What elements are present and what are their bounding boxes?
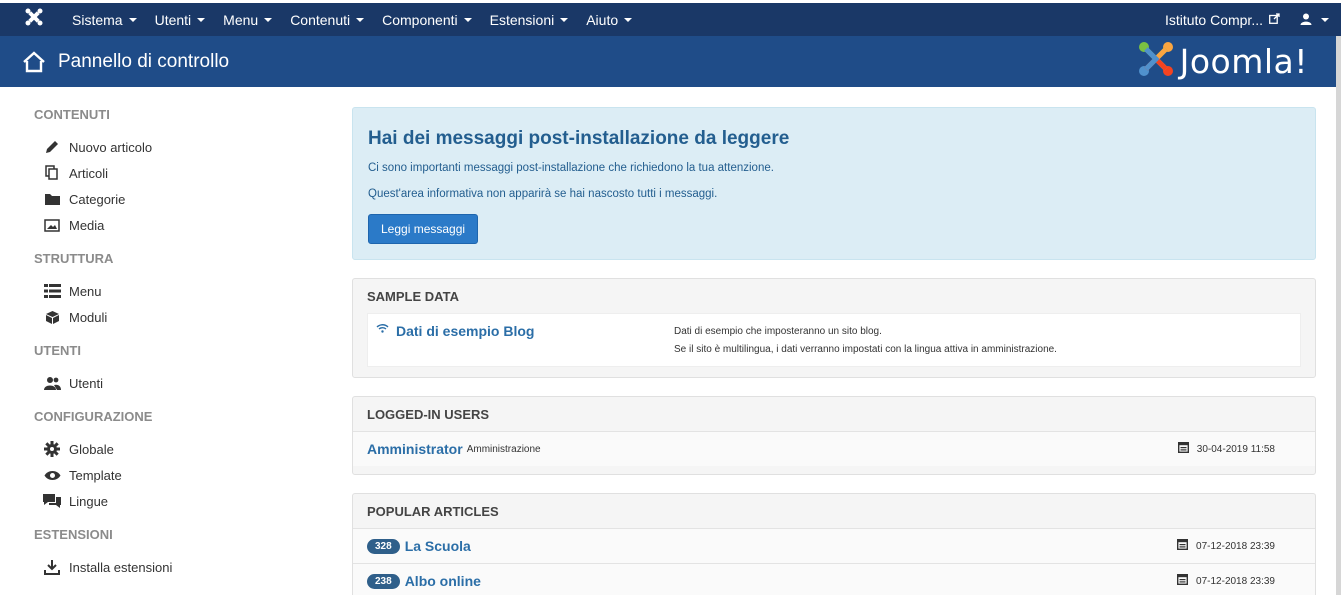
article-link[interactable]: Albo online — [405, 573, 481, 589]
user-name-link[interactable]: Amministrator — [367, 441, 463, 457]
caret-down-icon — [560, 17, 569, 22]
pencil-icon — [43, 138, 61, 156]
cube-icon — [43, 308, 61, 326]
article-link[interactable]: La Scuola — [405, 538, 471, 554]
menu-estensioni[interactable]: Estensioni — [481, 3, 578, 36]
article-date: 07-12-2018 23:39 — [1177, 538, 1275, 553]
menu-utenti[interactable]: Utenti — [146, 3, 215, 36]
sidebar-item-lingue[interactable]: Lingue — [34, 488, 334, 514]
menu-sistema[interactable]: Sistema — [63, 3, 146, 36]
hits-badge: 238 — [367, 573, 400, 589]
sidebar-section-title: ESTENSIONI — [34, 527, 113, 542]
panel-title: LOGGED-IN USERS — [367, 407, 490, 422]
sidebar-section-title: CONTENUTI — [34, 107, 110, 122]
scrollbar[interactable] — [1336, 36, 1341, 595]
login-date: 30-04-2019 11:58 — [1177, 441, 1275, 456]
sidebar-item-installa-estensioni[interactable]: Installa estensioni — [34, 554, 334, 580]
caret-down-icon — [128, 17, 137, 22]
sidebar-section-title: UTENTI — [34, 343, 81, 358]
eye-icon — [43, 466, 61, 484]
home-icon — [22, 50, 46, 73]
article-date: 07-12-2018 23:39 — [1177, 573, 1275, 588]
brand-text: Joomla! — [1179, 42, 1308, 81]
panel-title: SAMPLE DATA — [367, 289, 459, 304]
user-icon — [1300, 12, 1312, 28]
sidebar-item-moduli[interactable]: Moduli — [34, 304, 334, 330]
page-title: Pannello di controllo — [58, 50, 230, 72]
caret-down-icon — [463, 17, 472, 22]
sidebar: CONTENUTI Nuovo articolo Articoli Catego… — [34, 104, 334, 590]
download-icon — [43, 558, 61, 576]
caret-down-icon — [624, 17, 633, 22]
hits-badge: 328 — [367, 538, 400, 554]
alert-title: Hai dei messaggi post-installazione da l… — [368, 128, 790, 149]
menu-menu[interactable]: Menu — [214, 3, 281, 36]
sidebar-section-estensioni: ESTENSIONI Installa estensioni — [34, 524, 334, 580]
joomla-icon[interactable] — [20, 8, 48, 31]
sidebar-section-struttura: STRUTTURA Menu Moduli — [34, 248, 334, 330]
list-icon — [43, 282, 61, 300]
copy-icon — [43, 164, 61, 182]
caret-down-icon — [356, 17, 365, 22]
sample-data-panel: SAMPLE DATA Dati di esempio Blog Dati di… — [352, 278, 1316, 378]
sidebar-section-title: CONFIGURAZIONE — [34, 409, 153, 424]
calendar-icon — [1177, 573, 1189, 588]
post-install-alert: Hai dei messaggi post-installazione da l… — [352, 107, 1316, 260]
calendar-icon — [1177, 441, 1189, 456]
sidebar-section-configurazione: CONFIGURAZIONE Globale Template Lingue — [34, 406, 334, 514]
main-content: Hai dei messaggi post-installazione da l… — [352, 107, 1316, 595]
sidebar-section-title: STRUTTURA — [34, 251, 114, 266]
sidebar-item-utenti[interactable]: Utenti — [34, 370, 334, 396]
menu-aiuto[interactable]: Aiuto — [577, 3, 641, 36]
caret-down-icon — [197, 17, 206, 22]
table-row: Amministrator Amministrazione 30-04-2019… — [353, 431, 1315, 466]
table-row: 328 La Scuola 07-12-2018 23:39 — [353, 528, 1315, 563]
sample-data-description: Dati di esempio che imposteranno un sito… — [674, 326, 1057, 355]
image-icon — [43, 216, 61, 234]
read-messages-button[interactable]: Leggi messaggi — [368, 214, 479, 244]
cog-icon — [43, 440, 61, 458]
table-row: 238 Albo online 07-12-2018 23:39 — [353, 563, 1315, 595]
alert-text: Ci sono importanti messaggi post-install… — [368, 162, 774, 174]
site-link[interactable]: Istituto Compr... — [1165, 12, 1300, 28]
sidebar-item-nuovo-articolo[interactable]: Nuovo articolo — [34, 134, 334, 160]
menu-componenti[interactable]: Componenti — [373, 3, 481, 36]
users-icon — [43, 374, 61, 392]
folder-icon — [43, 190, 61, 208]
sample-data-row: Dati di esempio Blog Dati di esempio che… — [367, 313, 1301, 367]
sidebar-item-menu[interactable]: Menu — [34, 278, 334, 304]
popular-articles-panel: POPULAR ARTICLES 328 La Scuola 07-12-201… — [352, 493, 1316, 595]
menu-contenuti[interactable]: Contenuti — [281, 3, 373, 36]
caret-down-icon — [264, 17, 273, 22]
sidebar-section-utenti: UTENTI Utenti — [34, 340, 334, 396]
sidebar-item-template[interactable]: Template — [34, 462, 334, 488]
sidebar-item-globale[interactable]: Globale — [34, 436, 334, 462]
comments-icon — [43, 492, 61, 510]
logged-users-panel: LOGGED-IN USERS Amministrator Amministra… — [352, 396, 1316, 475]
sidebar-item-media[interactable]: Media — [34, 212, 334, 238]
page-header: Pannello di controllo Joomla! — [0, 36, 1336, 87]
panel-footer — [353, 466, 1315, 474]
sidebar-item-articoli[interactable]: Articoli — [34, 160, 334, 186]
external-link-icon — [1269, 12, 1280, 27]
joomla-logo-icon — [1138, 41, 1174, 82]
wifi-icon — [376, 323, 389, 337]
alert-text: Quest'area informativa non apparirà se h… — [368, 188, 718, 200]
joomla-logo: Joomla! — [1138, 41, 1308, 82]
panel-title: POPULAR ARTICLES — [367, 504, 499, 519]
sidebar-section-contenuti: CONTENUTI Nuovo articolo Articoli Catego… — [34, 104, 334, 238]
sidebar-item-categorie[interactable]: Categorie — [34, 186, 334, 212]
sample-data-blog-link[interactable]: Dati di esempio Blog — [376, 323, 674, 357]
top-navbar: Sistema Utenti Menu Contenuti Componenti… — [0, 3, 1341, 36]
calendar-icon — [1177, 538, 1189, 553]
user-role: Amministrazione — [466, 443, 541, 455]
caret-down-icon — [1321, 17, 1329, 22]
user-menu[interactable] — [1300, 12, 1329, 28]
